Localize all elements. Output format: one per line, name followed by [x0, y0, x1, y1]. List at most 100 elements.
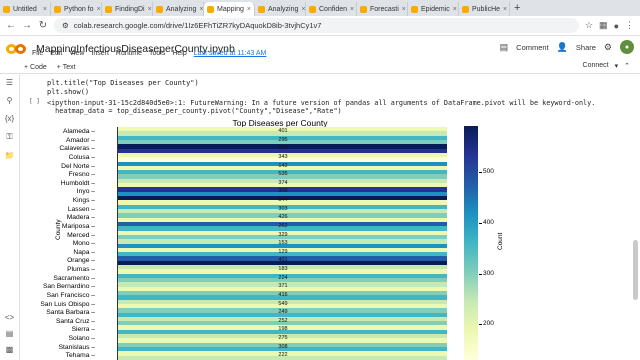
warning-output: <ipython-input-31-15c2d840d5e0>:1: Futur… [47, 99, 595, 115]
comment-icon[interactable]: ▤ [500, 42, 509, 53]
command-palette-icon[interactable]: ▤ [6, 329, 14, 338]
tab-close-icon[interactable]: × [350, 6, 354, 13]
tab-close-icon[interactable]: × [43, 6, 47, 13]
search-icon[interactable]: ⚲ [7, 96, 13, 105]
browser-tab-bar: Untitled × Python fo × FindingDi × Analyzing × M… [0, 0, 640, 16]
county-tick-label: Santa Cruz – [55, 317, 95, 325]
colorbar [464, 126, 478, 360]
comment-button[interactable]: Comment [516, 43, 549, 52]
extensions-icon[interactable]: ▦ [599, 20, 608, 31]
heatmap-annotation: 252 [278, 317, 288, 324]
county-tick-label: Mariposa – [61, 222, 95, 230]
heatmap-annotation: 426 [278, 214, 288, 221]
colab-logo-icon[interactable] [6, 43, 28, 55]
tab-label: PublicHe [472, 5, 501, 13]
code-cell[interactable]: plt.title("Top Diseases per County") plt… [47, 70, 397, 97]
browser-tab[interactable]: Python fo × [51, 2, 102, 16]
toc-icon[interactable]: ☰ [6, 78, 13, 87]
back-icon[interactable]: ← [6, 20, 16, 31]
profile-icon[interactable]: ● [614, 21, 619, 31]
tab-favicon-icon [207, 5, 214, 13]
code-snippets-icon[interactable]: <> [5, 313, 14, 322]
menu-item[interactable]: Help [172, 50, 186, 57]
forward-icon[interactable]: → [22, 20, 32, 31]
browser-tab[interactable]: Confiden × [306, 2, 357, 16]
heatmap-annotation: 198 [278, 326, 288, 333]
warning-line-1: <ipython-input-31-15c2d840d5e0>:1: Futur… [47, 99, 596, 107]
browser-menu-icon[interactable]: ⋮ [625, 20, 634, 31]
heatmap-annotation: 549 [278, 300, 288, 307]
chevron-down-icon[interactable]: ▾ [615, 62, 619, 70]
county-tick-label: Plumas – [67, 266, 95, 274]
share-icon[interactable]: 👤 [557, 42, 568, 53]
tab-close-icon[interactable]: × [301, 6, 305, 13]
tab-close-icon[interactable]: × [453, 6, 457, 13]
secrets-icon[interactable]: ⚿ [6, 132, 12, 142]
county-tick-label: Lassen – [67, 205, 95, 213]
tab-close-icon[interactable]: × [402, 6, 406, 13]
tab-favicon-icon [411, 5, 418, 13]
tab-label: Confiden [319, 5, 348, 13]
left-sidebar: ☰ ⚲ {x} ⚿ 📁 <> ▤ ▩ [0, 74, 20, 360]
tab-close-icon[interactable]: × [503, 6, 507, 13]
bookmark-star-icon[interactable]: ☆ [585, 20, 593, 31]
tab-favicon-icon [258, 5, 265, 13]
browser-tab[interactable]: Analyzing × [255, 2, 306, 16]
county-tick-label: Humboldt – [60, 179, 95, 187]
tab-close-icon[interactable]: × [199, 6, 203, 13]
menu-item[interactable]: Tools [149, 50, 165, 57]
county-tick-label: Santa Barbara – [46, 309, 95, 317]
heatmap-annotation: 343 [278, 153, 288, 160]
terminal-icon[interactable]: ▩ [6, 345, 14, 354]
site-info-icon[interactable]: ⚙ [62, 21, 69, 30]
tab-label: Mapping [217, 5, 244, 13]
county-tick-label: Madera – [66, 214, 95, 222]
scrollbar[interactable] [633, 240, 638, 300]
heatmap-annotation: 535 [278, 171, 288, 178]
tab-close-icon[interactable]: × [247, 6, 251, 13]
add-code-button[interactable]: + Code [24, 64, 47, 71]
avatar[interactable]: ● [620, 40, 634, 54]
connect-button[interactable]: Connect [583, 62, 609, 70]
menu-item[interactable]: File [32, 50, 43, 57]
collapse-icon[interactable]: ⌃ [624, 62, 630, 70]
code-line-cutoff [47, 70, 397, 78]
runtime-area: Connect ▾ ⌃ [583, 62, 630, 70]
new-tab-button[interactable]: + [514, 2, 520, 14]
url-text: colab.research.google.com/drive/1Iz6EFhT… [73, 21, 322, 30]
reload-icon[interactable]: ↻ [38, 20, 48, 31]
menu-item[interactable]: Insert [91, 50, 109, 57]
menu-item[interactable]: Edit [50, 50, 62, 57]
colorbar-tick-label: 200 [479, 320, 494, 328]
browser-tab[interactable]: Analyzing × [153, 2, 204, 16]
url-field[interactable]: ⚙ colab.research.google.com/drive/1Iz6EF… [54, 18, 579, 33]
menu-item[interactable]: View [69, 50, 84, 57]
tab-close-icon[interactable]: × [97, 6, 101, 13]
browser-tab[interactable]: FindingDi × [102, 2, 153, 16]
browser-tab[interactable]: Mapping × [204, 2, 255, 16]
tab-label: Python fo [64, 5, 94, 13]
menu-item[interactable]: Runtime [116, 50, 142, 57]
colorbar-label: Count [497, 232, 504, 250]
county-tick-label: Mono – [72, 240, 95, 248]
share-button[interactable]: Share [576, 43, 596, 52]
tab-favicon-icon [54, 5, 61, 13]
tab-favicon-icon [360, 5, 367, 13]
variables-icon[interactable]: {x} [5, 114, 14, 123]
address-bar: ← → ↻ ⚙ colab.research.google.com/drive/… [0, 16, 640, 36]
last-saved-link[interactable]: Last saved at 11:43 AM [194, 50, 267, 57]
tab-close-icon[interactable]: × [148, 6, 152, 13]
heatmap-annotation: 129 [278, 248, 288, 255]
files-icon[interactable]: 📁 [5, 151, 15, 160]
browser-tab[interactable]: Epidemic × [408, 2, 459, 16]
browser-tab[interactable]: PublicHe × [459, 2, 510, 16]
browser-tab[interactable]: Forecasti × [357, 2, 408, 16]
county-tick-label: Merced – [67, 231, 95, 239]
county-tick-label: Del Norte – [61, 162, 95, 170]
county-tick-label: Amador – [66, 136, 95, 144]
browser-tab[interactable]: Untitled × [0, 2, 51, 16]
heatmap-annotation: 401 [278, 257, 288, 264]
heatmap-annotation: 295 [278, 136, 288, 143]
settings-icon[interactable]: ⚙ [604, 42, 612, 53]
county-tick-label: San Luis Obispo – [40, 300, 95, 308]
